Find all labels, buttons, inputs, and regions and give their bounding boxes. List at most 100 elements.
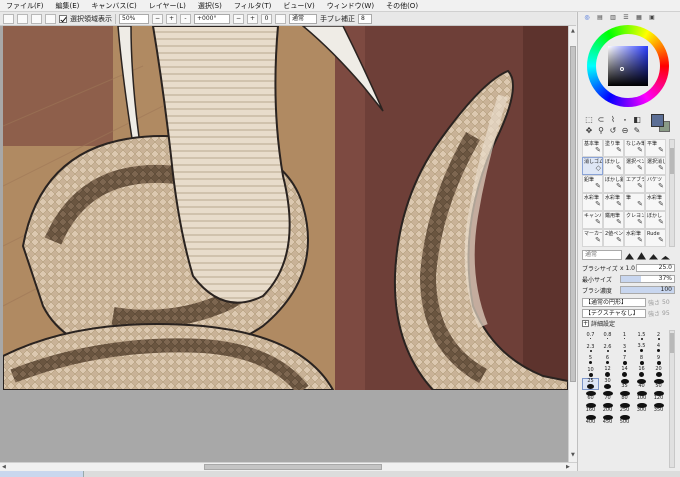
brush-size-preset[interactable]: 450 xyxy=(599,414,616,426)
brush-size-preset[interactable]: 1 xyxy=(616,330,633,342)
saturation-value-square[interactable] xyxy=(608,46,648,86)
brush-size-preset[interactable]: 35 xyxy=(616,378,633,390)
color-picker-icon[interactable]: ✎ xyxy=(631,125,643,136)
move-icon[interactable]: ✥ xyxy=(583,125,595,136)
show-selection-checkbox[interactable] xyxy=(59,14,67,23)
brush-size-preset[interactable]: 120 xyxy=(650,390,667,402)
brush-size-preset[interactable]: 10 xyxy=(582,366,599,378)
tip-medium-icon[interactable] xyxy=(637,252,646,260)
menu-select[interactable]: 選択(S) xyxy=(198,1,222,11)
color-wheel-tab-icon[interactable]: ◎ xyxy=(582,14,592,22)
brush-size-preset[interactable]: 7 xyxy=(616,354,633,366)
rotate-right-button[interactable]: + xyxy=(247,13,258,24)
brush-item[interactable]: マーカー ✎ xyxy=(582,229,603,247)
brush-item[interactable]: Rude ✎ xyxy=(645,229,666,247)
brush-size-preset[interactable]: 12 xyxy=(599,366,616,378)
menu-view[interactable]: ビュー(V) xyxy=(283,1,314,11)
deselect-button[interactable] xyxy=(3,13,14,24)
menu-canvas[interactable]: キャンバス(C) xyxy=(91,1,136,11)
brush-item[interactable]: クレヨン ✎ xyxy=(624,211,645,229)
zoom-field[interactable]: 50% xyxy=(119,13,149,24)
brush-item[interactable]: バケツ ✎ xyxy=(645,175,666,193)
brush-size-preset[interactable]: 0.8 xyxy=(599,330,616,342)
brush-size-preset[interactable]: 500 xyxy=(616,414,633,426)
brush-size-preset[interactable]: 5 xyxy=(582,354,599,366)
size-grid-scrollbar[interactable] xyxy=(669,330,675,468)
menu-other[interactable]: その他(O) xyxy=(386,1,418,11)
brush-size-slider[interactable]: 25.0 xyxy=(636,264,675,272)
brush-item[interactable]: 平筆 ✎ xyxy=(645,139,666,157)
brush-size-preset[interactable]: 2 xyxy=(650,330,667,342)
brush-shape-select[interactable]: 【通常の円形】 xyxy=(582,297,646,307)
brush-item[interactable]: 基本筆 ✎ xyxy=(582,139,603,157)
eyedropper-icon[interactable]: ◧ xyxy=(631,114,643,125)
brush-size-preset[interactable]: 20 xyxy=(650,366,667,378)
brush-size-preset[interactable]: 250 xyxy=(616,402,633,414)
zoom-in-button[interactable]: + xyxy=(166,13,177,24)
menu-window[interactable]: ウィンドウ(W) xyxy=(327,1,374,11)
brush-item[interactable]: ぼかし鉛 ✎ xyxy=(603,175,624,193)
scratchpad-tab-icon[interactable]: ▣ xyxy=(647,14,657,22)
brush-size-preset[interactable]: 8 xyxy=(633,354,650,366)
density-slider[interactable]: 100 xyxy=(620,286,675,294)
canvas-area[interactable] xyxy=(0,26,568,462)
rotation-field[interactable]: +000° xyxy=(194,13,230,24)
color-wheel[interactable] xyxy=(587,25,669,107)
brush-size-preset[interactable]: 100 xyxy=(633,390,650,402)
brush-item[interactable]: 筆 ✎ xyxy=(624,193,645,211)
tip-soft-icon[interactable] xyxy=(649,254,658,260)
brush-item[interactable]: 消しゴム ◇ xyxy=(582,157,603,175)
brush-size-preset[interactable]: 80 xyxy=(616,390,633,402)
brush-size-preset[interactable]: 300 xyxy=(633,402,650,414)
vertical-scroll-thumb[interactable] xyxy=(570,46,576,382)
foreground-color-swatch[interactable] xyxy=(651,114,664,127)
size-grid-scroll-thumb[interactable] xyxy=(670,333,674,353)
brush-item[interactable]: 水彩筆 ✎ xyxy=(624,229,645,247)
rotate-reset-button[interactable]: 0 xyxy=(261,13,272,24)
zoom-reset-button[interactable]: - xyxy=(180,13,191,24)
brush-item[interactable]: 選択ペン ✎ xyxy=(624,157,645,175)
scroll-up-arrow-icon[interactable]: ▲ xyxy=(571,28,575,34)
brush-panel-scrollbar[interactable] xyxy=(669,139,675,247)
brush-item[interactable]: 水彩筆 ✎ xyxy=(603,193,624,211)
brush-item[interactable]: 鐵用筆 ✎ xyxy=(603,211,624,229)
magic-wand-icon[interactable]: ⌇ xyxy=(607,114,619,125)
brush-size-preset[interactable]: 2.6 xyxy=(599,342,616,354)
brush-size-preset[interactable]: 25 xyxy=(582,378,599,390)
rect-select-icon[interactable]: ⬚ xyxy=(583,114,595,125)
brush-size-preset[interactable]: 60 xyxy=(582,390,599,402)
menu-layer[interactable]: レイヤー(L) xyxy=(149,1,186,11)
menu-file[interactable]: ファイル(F) xyxy=(6,1,44,11)
brush-size-preset[interactable]: 350 xyxy=(650,402,667,414)
tip-flat-icon[interactable] xyxy=(661,255,670,260)
expand-plus-icon[interactable]: + xyxy=(582,319,589,327)
brush-size-preset[interactable]: 6 xyxy=(599,354,616,366)
brush-size-preset[interactable]: 9 xyxy=(650,354,667,366)
brush-item[interactable]: なじみ筆 ✎ xyxy=(624,139,645,157)
brush-panel-scroll-thumb[interactable] xyxy=(670,148,674,174)
blend-mode-select[interactable]: 通常 xyxy=(289,13,317,24)
brush-item[interactable]: ぼかし ✎ xyxy=(645,211,666,229)
flip-view-button[interactable] xyxy=(275,13,286,24)
hand-icon[interactable]: ⊖ xyxy=(619,125,631,136)
detail-settings-row[interactable]: + 詳細設定 xyxy=(582,318,675,328)
brush-size-preset[interactable]: 1.5 xyxy=(633,330,650,342)
brush-size-preset[interactable]: 3 xyxy=(616,342,633,354)
brush-blend-select[interactable]: 通常 xyxy=(582,250,622,260)
tip-hard-icon[interactable] xyxy=(625,253,634,260)
brush-size-preset[interactable]: 400 xyxy=(582,414,599,426)
swatch-tab-icon[interactable]: ☰ xyxy=(621,14,631,22)
canvas-vertical-scrollbar[interactable]: ▲ ▼ xyxy=(568,26,577,462)
brush-item[interactable]: 水彩筆 ✎ xyxy=(582,193,603,211)
rotate-left-button[interactable]: − xyxy=(233,13,244,24)
brush-size-preset[interactable]: 0.7 xyxy=(582,330,599,342)
brush-size-preset[interactable]: 3.5 xyxy=(633,342,650,354)
scroll-left-arrow-icon[interactable]: ◀ xyxy=(2,464,6,470)
min-size-slider[interactable]: 37% xyxy=(620,275,675,283)
brush-size-preset[interactable]: 16 xyxy=(633,366,650,378)
palette-tab-icon[interactable]: ▦ xyxy=(634,14,644,22)
brush-item[interactable]: 選択消し ✎ xyxy=(645,157,666,175)
brush-item[interactable]: 鉛筆 ✎ xyxy=(582,175,603,193)
canvas-horizontal-scrollbar[interactable]: ◀ ▶ xyxy=(0,462,577,471)
brush-size-preset[interactable]: 40 xyxy=(633,378,650,390)
